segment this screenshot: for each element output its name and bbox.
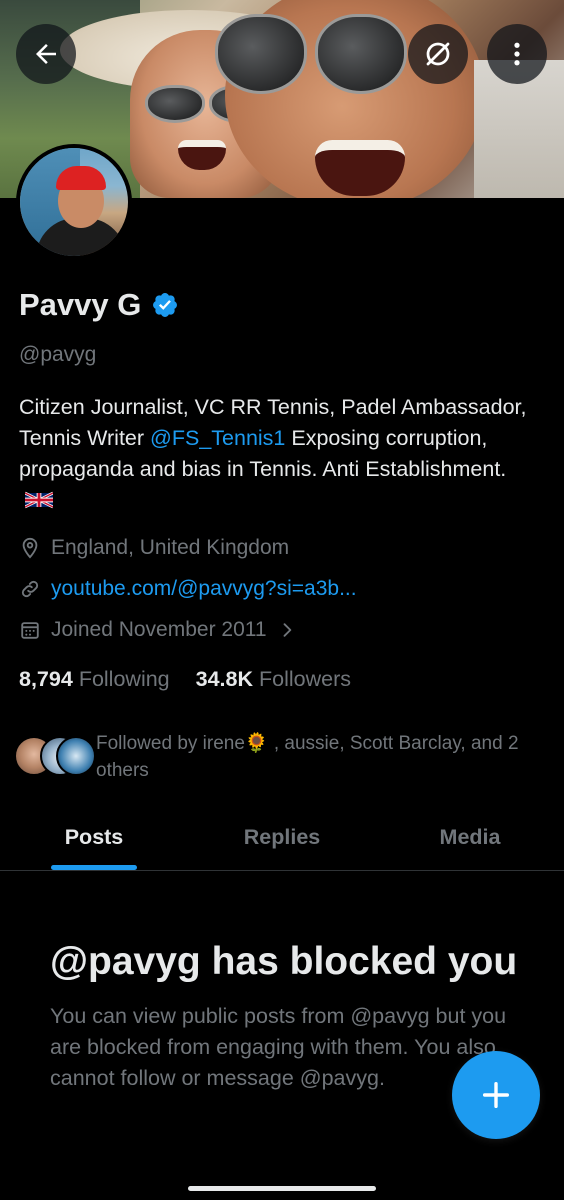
- banner-sunglasses-right: [215, 14, 415, 110]
- back-button[interactable]: [16, 24, 76, 84]
- profile-handle: @pavyg: [19, 343, 97, 366]
- tab-media[interactable]: Media: [376, 805, 564, 870]
- followers-label: Followers: [259, 667, 352, 691]
- profile-joined[interactable]: Joined November 2011: [19, 618, 297, 642]
- bio-mention-link[interactable]: @FS_Tennis1: [150, 426, 285, 450]
- blocked-title: @pavyg has blocked you: [50, 940, 518, 983]
- followed-by-text: Followed by irene🌻 , aussie, Scott Barcl…: [96, 733, 519, 781]
- followers-stat[interactable]: 34.8K Followers: [196, 667, 351, 692]
- blocked-body: You can view public posts from @pavyg bu…: [50, 1004, 507, 1090]
- arrow-left-icon: [36, 44, 56, 64]
- uk-flag-icon: [25, 491, 53, 509]
- name-row: Pavvy G: [19, 287, 179, 323]
- tab-label: Posts: [64, 825, 124, 849]
- tab-label: Replies: [243, 825, 321, 849]
- profile-location: England, United Kingdom: [19, 536, 289, 560]
- follow-stats: 8,794 Following 34.8K Followers: [19, 667, 351, 692]
- home-indicator[interactable]: [188, 1186, 376, 1191]
- more-options-button[interactable]: [487, 24, 547, 84]
- profile-tabs: Posts Replies Media: [0, 805, 564, 871]
- profile-website[interactable]: youtube.com/@pavvyg?si=a3b...: [19, 577, 357, 601]
- calendar-icon: [21, 622, 39, 639]
- more-vertical-icon: [514, 42, 520, 66]
- location-pin-icon: [22, 537, 38, 559]
- location-text: England, United Kingdom: [51, 536, 290, 559]
- follower-avatar: [56, 736, 96, 776]
- link-icon: [21, 580, 39, 598]
- blocked-notice: @pavyg has blocked you You can view publ…: [50, 938, 520, 1094]
- tab-label: Media: [439, 825, 501, 849]
- tab-posts[interactable]: Posts: [0, 805, 188, 870]
- plus-icon: [482, 1081, 510, 1109]
- website-link[interactable]: youtube.com/@pavvyg?si=a3b...: [51, 577, 357, 601]
- unsubscribe-button[interactable]: [408, 24, 468, 84]
- avatar-cap: [56, 166, 106, 190]
- following-stat[interactable]: 8,794 Following: [19, 667, 170, 692]
- display-name: Pavvy G: [19, 287, 142, 322]
- profile-bio: Citizen Journalist, VC RR Tennis, Padel …: [19, 392, 539, 516]
- followers-count: 34.8K: [195, 667, 254, 691]
- compose-button[interactable]: [452, 1051, 540, 1139]
- following-label: Following: [78, 667, 170, 691]
- tab-replies[interactable]: Replies: [188, 805, 376, 870]
- profile-avatar[interactable]: [16, 144, 132, 260]
- joined-text: Joined November 2011: [51, 618, 267, 641]
- chevron-right-icon: [283, 623, 291, 637]
- followed-by-row[interactable]: Followed by irene🌻 , aussie, Scott Barcl…: [14, 730, 554, 784]
- slashed-circle-icon: [426, 42, 450, 66]
- verified-badge-icon[interactable]: [151, 291, 179, 319]
- active-tab-indicator: [51, 865, 137, 870]
- following-count: 8,794: [19, 667, 73, 691]
